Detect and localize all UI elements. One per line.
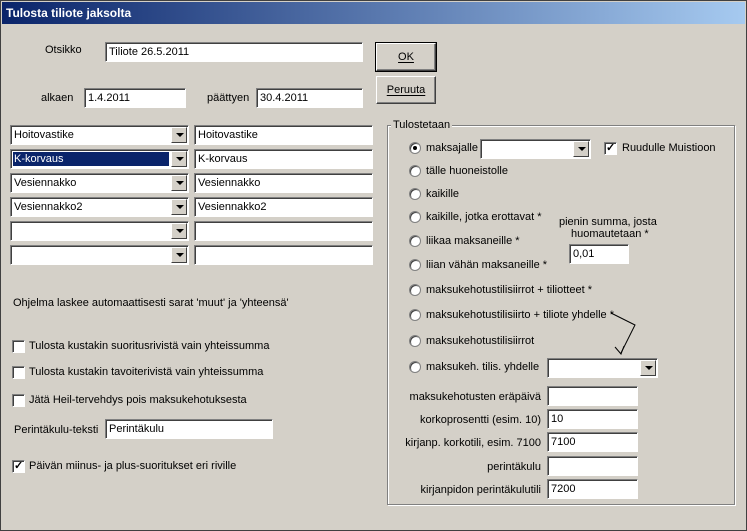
erapaiva-label: maksukehotusten eräpäivä [409,391,541,403]
radio-talle-huoneistolle[interactable] [409,165,421,177]
chevron-down-icon[interactable] [171,151,187,167]
row-combo-2[interactable]: K-korvaus [10,149,189,169]
radio-label: maksukehotustilisiirrot [426,335,535,347]
perintakulu-field-input[interactable] [547,456,638,476]
paattyen-input[interactable]: 30.4.2011 [256,88,363,108]
perintakulutili-label: kirjanpidon perintäkulutili [420,484,541,496]
chevron-down-icon[interactable] [171,127,187,143]
radio-liian-vahan[interactable] [409,259,421,271]
radio-liikaa-maksaneille[interactable] [409,235,421,247]
cancel-button[interactable]: Peruuta [376,76,436,104]
row-text-4[interactable]: Vesiennakko2 [194,197,373,217]
cancel-button-label: Peruuta [386,84,426,96]
korkoprosentti-label: korkoprosentti (esim. 10) [419,414,541,426]
tavoite-checkbox[interactable] [12,366,25,379]
radio-kaikille[interactable] [409,188,421,200]
suoritus-checkbox[interactable] [12,340,25,353]
otsikko-label: Otsikko [45,44,82,56]
row-text-5[interactable] [194,221,373,241]
row-combo-value: Vesiennakko2 [14,201,83,213]
alkaen-label: alkaen [41,92,74,104]
row-combo-value [13,248,169,262]
radio-label: maksukehotustilisiirrot + tiliotteet * [426,284,592,296]
chevron-down-icon[interactable] [573,141,589,157]
perintakulutili-input[interactable]: 7200 [547,479,638,499]
korkotili-label: kirjanp. korkotili, esim. 7100 [405,437,541,449]
dialog-window: Tulosta tiliote jaksolta Otsikko Tiliote… [0,0,747,531]
korkotili-input[interactable]: 7100 [547,432,638,452]
heil-checkbox[interactable] [12,394,25,407]
radio-label: kaikille, jotka erottavat * [426,211,542,223]
ruudulle-label: Ruudulle Muistioon [622,142,716,154]
yhdelle-combo[interactable] [547,358,658,378]
radio-label: maksukeh. tilis. yhdelle [426,361,540,373]
perintakulu-input[interactable]: Perintäkulu [105,419,273,439]
info-text: Ohjelma laskee automaattisesti sarat 'mu… [13,297,289,309]
ruudulle-checkbox[interactable] [604,141,617,155]
korkoprosentti-input[interactable]: 10 [547,409,638,429]
row-combo-5[interactable] [10,221,189,241]
ok-button[interactable]: OK [375,42,437,72]
group-title: Tulostetaan [391,118,453,132]
ok-button-label: OK [398,51,414,63]
chevron-down-icon[interactable] [640,360,656,376]
radio-label: liian vähän maksaneille * [426,259,548,271]
perintakulu-label: Perintäkulu-teksti [14,424,99,436]
radio-tilis-yhdelle[interactable] [409,361,421,373]
row-text-2[interactable]: K-korvaus [194,149,373,169]
paivan-label: Päivän miinus- ja plus-suoritukset eri r… [29,460,237,472]
heil-label: Jätä Heil-tervehdys pois maksukehotukses… [29,394,247,406]
radio-tilisiirto-yhdelle[interactable] [409,309,421,321]
radio-tilisiirrot-tiliotteet[interactable] [409,284,421,296]
chevron-down-icon[interactable] [171,199,187,215]
row-text-3[interactable]: Vesiennakko [194,173,373,193]
yhdelle-combo-value [550,361,638,375]
title-bar: Tulosta tiliote jaksolta [2,2,745,24]
tavoite-label: Tulosta kustakin tavoiterivistä vain yht… [29,366,264,378]
window-title: Tulosta tiliote jaksolta [6,6,132,20]
alkaen-input[interactable]: 1.4.2011 [84,88,186,108]
arrow-icon [610,312,636,355]
radio-label: maksukehotustilisiirto + tiliote yhdelle… [426,309,615,321]
radio-label: liikaa maksaneille * [426,235,520,247]
row-combo-6[interactable] [10,245,189,265]
radio-maksajalle[interactable] [409,142,421,154]
row-combo-value: Hoitovastike [14,129,74,141]
maksajalle-combo[interactable] [480,139,591,159]
pienin-input[interactable]: 0,01 [569,244,629,264]
perintakulu-field-label: perintäkulu [487,461,541,473]
radio-label: maksajalle [426,142,478,154]
otsikko-input[interactable]: Tiliote 26.5.2011 [105,42,363,62]
radio-kaikille-erottavat[interactable] [409,211,421,223]
paattyen-label: päättyen [207,92,250,104]
row-combo-3[interactable]: Vesiennakko [10,173,189,193]
row-combo-value: Vesiennakko [14,177,77,189]
paivan-checkbox[interactable] [12,459,25,473]
chevron-down-icon[interactable] [171,247,187,263]
chevron-down-icon[interactable] [171,175,187,191]
radio-label: tälle huoneistolle [426,165,508,177]
erapaiva-input[interactable] [547,386,638,406]
suoritus-label: Tulosta kustakin suoritusrivistä vain yh… [29,340,270,352]
maksajalle-combo-value [483,142,571,156]
row-combo-4[interactable]: Vesiennakko2 [10,197,189,217]
row-combo-1[interactable]: Hoitovastike [10,125,189,145]
row-combo-value [13,224,169,238]
row-text-6[interactable] [194,245,373,265]
pienin-label-2: huomautetaan * [571,228,649,240]
row-combo-value: K-korvaus [13,152,169,166]
chevron-down-icon[interactable] [171,223,187,239]
radio-label: kaikille [426,188,460,200]
radio-tilisiirrot[interactable] [409,335,421,347]
row-text-1[interactable]: Hoitovastike [194,125,373,145]
